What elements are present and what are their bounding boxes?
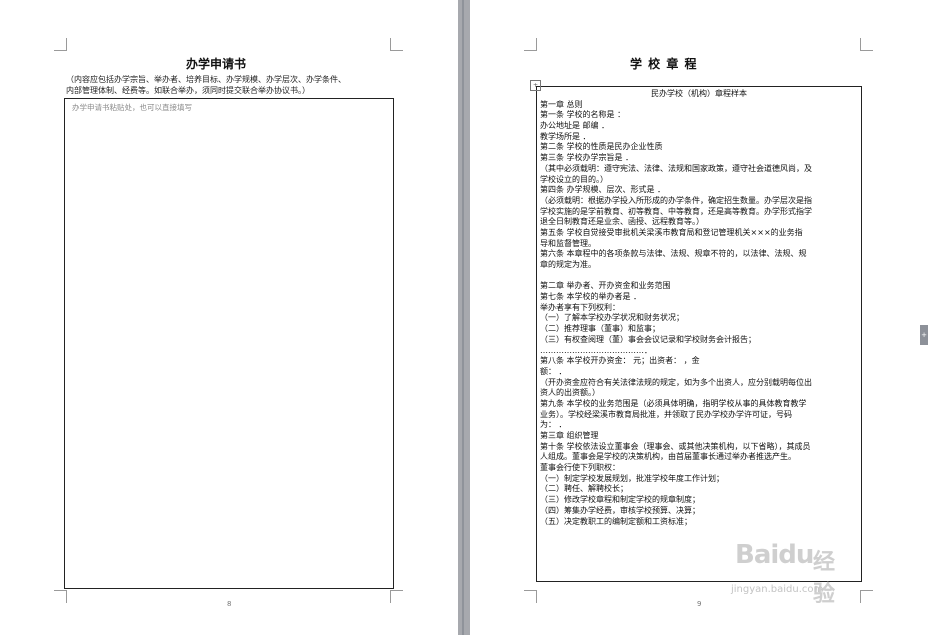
charter-line: 导和监督管理。 <box>540 238 596 248</box>
charter-line: （五）决定教职工的编制定额和工资标准； <box>540 516 692 526</box>
page-gap-divider <box>462 0 464 635</box>
charter-line: （必须载明：根据办学投入所形成的办学条件，确定招生数量。办学层次是指 <box>540 195 812 205</box>
crop-mark-top-right <box>860 38 873 51</box>
page-number: 9 <box>697 600 702 608</box>
charter-line: （三）有权查阅理（董）事会会议记录和学校财务会计报告； <box>540 334 756 344</box>
charter-line: 为： ． <box>540 420 567 430</box>
charter-line: 办公地址是 邮编 ． <box>540 121 610 131</box>
charter-line: 第一章 总则 <box>540 99 583 109</box>
charter-line: 第三章 组织管理 <box>540 431 599 440</box>
baidu-watermark: Baidu 经验 jingyan.baidu.com <box>731 540 835 607</box>
charter-line: （开办资金应符合有关法律法规的规定，如为多个出资人，应分别载明每位出 <box>540 377 812 387</box>
note-line-2: 内部管理体制、经费等。如联合举办，须同时提交联合举办协议书。） <box>66 86 310 95</box>
page-gap <box>458 0 470 635</box>
crop-mark-bottom-left <box>524 590 537 603</box>
charter-line: 学校实施的是学前教育、初等教育、中等教育，还是高等教育。办学形式指学 <box>540 206 812 216</box>
crop-mark-top-left <box>524 38 537 51</box>
charter-line: 第十条 学校依法设立董事会（理事会、或其他决策机构，以下省略），其成员 <box>540 441 811 451</box>
charter-line: …………………………………． <box>540 345 652 355</box>
charter-line: 学校设立的目的。） <box>540 174 608 184</box>
page-number: 8 <box>227 600 232 608</box>
charter-line: 章的规定为准。 <box>540 260 596 269</box>
application-text-box[interactable]: 办学申请书粘贴处，也可以直接填写 <box>64 98 394 589</box>
page-title: 办学申请书 <box>186 57 247 71</box>
document-page-left: 办学申请书 （内容应包括办学宗旨、举办者、培养目标、办学规模、办学层次、办学条件… <box>0 0 458 635</box>
charter-table-box[interactable]: 民办学校（机构）章程样本第一章 总则 第一条 学校的名称是 ：办公地址是 邮编 ．… <box>536 86 862 582</box>
charter-line: 第二条 学校的性质是民办企业性质 <box>540 142 663 152</box>
charter-line: （四）筹集办学经费，审核学校预算、决算； <box>540 505 700 515</box>
charter-line: 业务）。学校经梁溪市教育局批准，并领取了民办学校办学许可证，号码 <box>540 409 792 419</box>
charter-heading: 民办学校（机构）章程样本 <box>651 89 747 98</box>
charter-line: 额： ． <box>540 366 567 376</box>
note-line-1: （内容应包括办学宗旨、举办者、培养目标、办学规模、办学层次、办学条件、 <box>66 75 346 84</box>
charter-line: 第七条 本学校的举办者是 ． <box>540 292 642 302</box>
watermark-logo: Baidu <box>735 540 814 570</box>
page-title: 学 校 章 程 <box>630 57 698 71</box>
crop-mark-top-right <box>390 38 403 51</box>
watermark-url: jingyan.baidu.com <box>731 584 824 595</box>
charter-line: 第一条 学校的名称是 ： <box>540 110 626 120</box>
box-placeholder-hint: 办学申请书粘贴处，也可以直接填写 <box>72 103 192 112</box>
charter-line: 第六条 本章程中的各项条款与法律、法规、规章不符的，以法律、法规、规 <box>540 249 807 259</box>
charter-line: （三）修改学校章程和制定学校的规章制度； <box>540 495 700 505</box>
charter-line <box>540 271 858 282</box>
charter-line: 第三条 学校办学宗旨是 ． <box>540 153 634 163</box>
watermark-cn: 经验 <box>813 550 836 607</box>
charter-line: 第二章 举办者、开办资金和业务范围 <box>540 281 671 291</box>
crop-mark-bottom-right <box>390 590 403 603</box>
charter-line: （其中必须载明：遵守宪法、法律、法规和国家政策，遵守社会道德风尚，及 <box>540 163 812 173</box>
charter-line: 董事会行使下列职权： <box>540 463 620 473</box>
charter-line: 退全日制教育还是业余、函授、远程教育等。） <box>540 217 704 227</box>
charter-text: 民办学校（机构）章程样本第一章 总则 第一条 学校的名称是 ：办公地址是 邮编 ．… <box>540 89 858 527</box>
charter-line: 资人的出资额。） <box>540 388 600 398</box>
charter-line: （二）聘任、解聘校长； <box>540 484 628 494</box>
crop-mark-top-left <box>54 38 67 51</box>
charter-line: （一）了解本学校办学状况和财务状况； <box>540 313 684 323</box>
charter-line: （二）推荐理事（董事）和监事； <box>540 324 660 334</box>
charter-line: 人组成。董事会是学校的决策机构，由首届董事长通过举办者推选产生。 <box>540 452 796 462</box>
charter-line: 教学场所是 ． <box>540 131 591 141</box>
crop-mark-bottom-right <box>860 590 873 603</box>
table-move-handle[interactable]: + <box>530 80 541 91</box>
charter-line: 第四条 办学规模、层次、形式是 ． <box>540 185 666 195</box>
charter-line: （一）制定学校发展规划，批准学校年度工作计划； <box>540 473 724 483</box>
charter-line: 第五条 学校自觉接受审批机关梁溪市教育局和登记管理机关×××的业务指 <box>540 227 803 237</box>
charter-line: 第九条 本学校的业务范围是（必须具体明确，指明学校从事的具体教育教学 <box>540 398 807 408</box>
document-page-right: 学 校 章 程 民办学校（机构）章程样本第一章 总则 第一条 学校的名称是 ：办公… <box>470 0 928 635</box>
scroll-side-tab[interactable]: + <box>920 325 928 345</box>
crop-mark-bottom-left <box>54 590 67 603</box>
charter-line: 第八条 本学校开办资金： 元；出资者： ，金 <box>540 356 700 366</box>
charter-line: 举办者享有下列权利： <box>540 302 620 312</box>
